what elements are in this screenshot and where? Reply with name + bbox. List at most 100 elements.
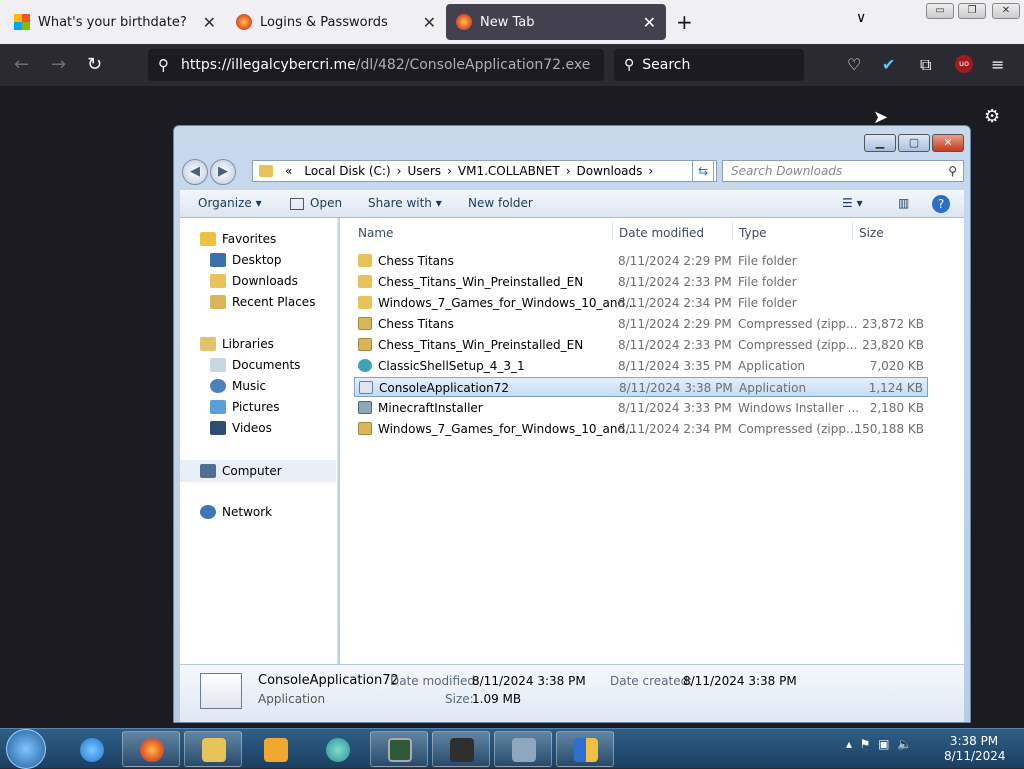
start-button[interactable] (6, 729, 46, 769)
reload-icon[interactable]: ↻ (87, 54, 102, 75)
menu-icon[interactable]: ≡ (991, 55, 1004, 74)
close-icon[interactable]: ✕ (423, 13, 436, 32)
search-icon: ⚲ (948, 164, 957, 178)
file-type: File folder (738, 254, 797, 268)
file-row[interactable]: Chess Titans 8/11/2024 2:29 PM Compressed … (354, 314, 928, 334)
file-row[interactable]: ClassicShellSetup_4_3_1 8/11/2024 3:35 PM… (354, 356, 928, 376)
file-row[interactable]: Chess Titans 8/11/2024 2:29 PM File folder (354, 251, 928, 271)
nav-label: Favorites (222, 232, 277, 246)
breadcrumb-downloads[interactable]: Downloads (577, 164, 643, 178)
breadcrumb-overflow[interactable]: « (285, 164, 292, 178)
nav-videos[interactable]: Videos (210, 421, 272, 435)
nav-favorites[interactable]: Favorites (200, 232, 276, 246)
search-input[interactable]: Search Downloads ⚲ (722, 160, 964, 182)
taskbar-security[interactable] (556, 731, 614, 767)
refresh-icon[interactable]: ⇆ (692, 160, 714, 182)
back-icon[interactable]: ← (14, 54, 29, 75)
column-header-size[interactable]: Size (859, 226, 884, 240)
nav-documents[interactable]: Documents (210, 358, 300, 372)
file-row[interactable]: MinecraftInstaller 8/11/2024 3:33 PM Windo… (354, 398, 928, 418)
taskbar-classic-shell[interactable] (308, 731, 366, 767)
maximize-button[interactable]: ▢ (898, 134, 930, 152)
organize-button[interactable]: Organize ▾ (198, 196, 262, 210)
file-row[interactable]: Chess_Titans_Win_Preinstalled_EN 8/11/202… (354, 335, 928, 355)
open-button[interactable]: Open (310, 196, 342, 210)
restore-button[interactable]: ❐ (958, 3, 986, 19)
help-icon[interactable]: ? (932, 195, 950, 213)
forward-icon[interactable]: ▶ (210, 159, 236, 185)
preview-pane-icon[interactable]: ▥ (898, 196, 909, 210)
firefox-icon (456, 14, 472, 30)
nav-recent-places[interactable]: Recent Places (210, 295, 315, 309)
breadcrumb-vm1[interactable]: VM1.COLLABNET (458, 164, 560, 178)
zip-folder-icon (358, 338, 372, 351)
file-type: Application (738, 359, 806, 373)
file-row[interactable]: Windows_7_Games_for_Windows_10_and... 8/1… (354, 293, 928, 313)
file-date: 8/11/2024 2:34 PM (618, 296, 732, 310)
nav-network[interactable]: Network (200, 505, 272, 519)
share-with-button[interactable]: Share with ▾ (368, 196, 442, 210)
search-icon: ⚲ (158, 56, 169, 74)
nav-libraries[interactable]: Libraries (200, 337, 274, 351)
nav-downloads[interactable]: Downloads (210, 274, 298, 288)
breadcrumb-users[interactable]: Users (407, 164, 441, 178)
tab-logins[interactable]: Logins & Passwords ✕ (226, 4, 446, 40)
nav-label: Pictures (232, 400, 280, 414)
column-separator[interactable] (732, 222, 733, 240)
address-bar[interactable]: « Local Disk (C:) › Users › VM1.COLLABNET ›… (252, 160, 717, 182)
volume-muted-icon[interactable]: 🔈 (897, 737, 912, 751)
show-hidden-icons-icon[interactable]: ▴ (846, 737, 852, 751)
taskbar-ie[interactable] (62, 731, 120, 767)
close-button[interactable]: ✕ (932, 134, 964, 152)
chevron-down-icon[interactable]: ∨ (856, 10, 866, 26)
nav-music[interactable]: Music (210, 379, 266, 393)
file-row-selected[interactable]: ConsoleApplication72 8/11/2024 3:38 PM App… (354, 377, 928, 397)
taskbar-firefox[interactable] (122, 731, 180, 767)
computer-icon (200, 464, 216, 478)
gear-icon[interactable]: ⚙ (984, 106, 1000, 127)
flag-icon[interactable]: ⚑ (860, 737, 871, 751)
close-button[interactable]: ✕ (992, 3, 1020, 19)
system-tray[interactable]: ▴ ⚑ ▣ 🔈 (846, 737, 912, 751)
column-header-name[interactable]: Name (358, 226, 393, 240)
windows-logo-icon (14, 14, 30, 30)
breadcrumb-local-disk[interactable]: Local Disk (C:) (304, 164, 390, 178)
minimize-button[interactable]: ▁ (864, 134, 896, 152)
file-size: 23,820 KB (862, 338, 924, 352)
taskbar-explorer[interactable] (184, 731, 242, 767)
nav-desktop[interactable]: Desktop (210, 253, 282, 267)
new-tab-icon[interactable]: + (676, 10, 693, 34)
taskbar: ▴ ⚑ ▣ 🔈 3:38 PM 8/11/2024 (0, 728, 1024, 769)
column-separator[interactable] (852, 222, 853, 240)
file-row[interactable]: Windows_7_Games_for_Windows_10_and... 8/1… (354, 419, 928, 439)
sync-check-icon[interactable]: ✔ (882, 55, 895, 74)
taskbar-monitor[interactable] (370, 731, 428, 767)
back-icon[interactable]: ◀ (182, 159, 208, 185)
file-row[interactable]: Chess_Titans_Win_Preinstalled_EN 8/11/202… (354, 272, 928, 292)
taskbar-installer[interactable] (494, 731, 552, 767)
column-separator[interactable] (612, 222, 613, 240)
search-bar[interactable]: ⚲ Search (614, 49, 804, 81)
forward-icon[interactable]: → (51, 54, 66, 75)
column-header-type[interactable]: Type (739, 226, 767, 240)
file-name: Windows_7_Games_for_Windows_10_and... (378, 422, 637, 436)
extensions-icon[interactable]: ⧉ (920, 55, 931, 75)
tab-new-tab[interactable]: New Tab ✕ (446, 4, 666, 40)
close-icon[interactable]: ✕ (643, 13, 656, 32)
taskbar-media-player[interactable] (246, 731, 304, 767)
new-folder-button[interactable]: New folder (468, 196, 533, 210)
url-bar[interactable]: ⚲ https://illegalcybercri.me/dl/482/Cons… (148, 49, 604, 81)
address-row: ◀ ▶ « Local Disk (C:) › Users › VM1.COLLAB… (182, 158, 964, 186)
pocket-icon[interactable]: ♡ (847, 55, 861, 74)
clock[interactable]: 3:38 PM 8/11/2024 (944, 734, 1006, 764)
ublock-icon[interactable]: uo (955, 55, 973, 73)
close-icon[interactable]: ✕ (203, 13, 216, 32)
tab-birthdate[interactable]: What's your birthdate? ✕ (4, 4, 226, 40)
minimize-button[interactable]: ▭ (926, 3, 954, 19)
network-icon[interactable]: ▣ (878, 737, 889, 751)
column-header-date[interactable]: Date modified (619, 226, 704, 240)
taskbar-minecraft[interactable] (432, 731, 490, 767)
view-options-icon[interactable]: ☰ ▾ (842, 196, 863, 210)
nav-computer[interactable]: Computer (180, 460, 336, 482)
nav-pictures[interactable]: Pictures (210, 400, 280, 414)
